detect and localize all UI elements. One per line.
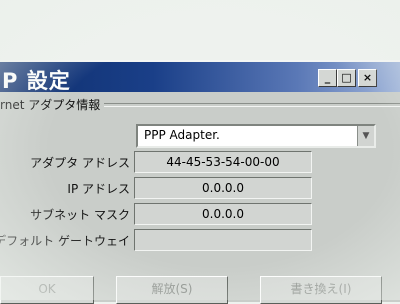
adapter-address-field: 44-45-53-54-00-00	[134, 151, 312, 173]
adapter-address-label: アダプタ アドレス	[30, 156, 130, 170]
ip-address-field: 0.0.0.0	[134, 177, 312, 199]
default-gateway-field	[134, 229, 312, 251]
window-title: P 設定	[2, 69, 71, 93]
subnet-mask-field: 0.0.0.0	[134, 203, 312, 225]
ip-config-window: P 設定 _ □ × rnet アダプタ情報 PPP Adapter. ▼ アダ…	[0, 60, 400, 304]
adapter-select[interactable]: PPP Adapter. ▼	[136, 124, 376, 148]
adapter-select-value: PPP Adapter.	[144, 128, 220, 142]
ip-address-label: IP アドレス	[67, 182, 130, 196]
chevron-down-icon[interactable]: ▼	[357, 126, 374, 146]
group-label: rnet アダプタ情報	[0, 96, 105, 113]
maximize-button[interactable]: □	[337, 69, 356, 87]
minimize-button[interactable]: _	[318, 69, 337, 87]
subnet-mask-label: サブネット マスク	[30, 208, 130, 222]
title-bar[interactable]: P 設定 _ □ ×	[0, 62, 400, 93]
close-button[interactable]: ×	[358, 69, 377, 87]
default-gateway-label: デフォルト ゲートウェイ	[0, 234, 130, 248]
